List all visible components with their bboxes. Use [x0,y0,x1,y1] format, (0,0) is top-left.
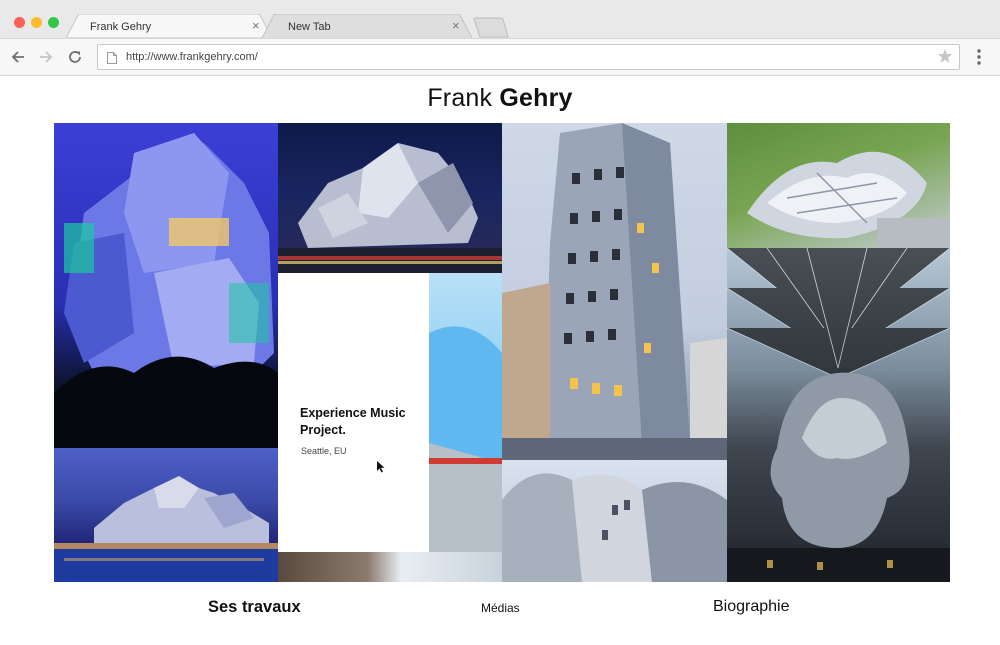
close-tab-icon[interactable]: × [252,19,260,33]
photo-weisman-museum[interactable] [54,123,278,448]
nav-link-medias[interactable]: Médias [481,601,520,615]
photo-guggenheim-bilbao[interactable] [54,448,278,582]
photo-gallery: Experience Music Project. Seattle, EU [54,123,950,582]
page-icon [107,51,117,69]
mouse-cursor-icon [376,460,386,478]
new-tab-shape [473,17,509,38]
url-text: http://www.frankgehry.com/ [126,51,258,63]
arrow-right-icon[interactable] [36,47,56,67]
site-title-bold: Gehry [499,84,573,112]
card-title: Experience Music Project. [300,406,406,437]
site-title: Frank Gehry [0,84,1000,113]
close-window-button[interactable] [14,17,25,28]
reload-icon[interactable] [65,47,85,67]
browser-tab-bar: Frank Gehry × New Tab × [0,0,1000,38]
tab-frank-gehry[interactable]: Frank Gehry × [66,14,272,38]
photo-gehry-tower[interactable] [502,123,727,460]
close-tab-icon[interactable]: × [452,19,460,33]
bottom-navigation: Ses travaux Médias Biographie [0,598,1000,622]
photo-dz-bank-atrium[interactable] [727,248,950,582]
photo-disney-concert-hall[interactable] [278,123,502,273]
card-subtitle: Seattle, EU [301,446,347,456]
photo-structure-strip[interactable] [278,552,502,582]
nav-link-ses-travaux[interactable]: Ses travaux [208,598,301,617]
project-card[interactable]: Experience Music Project. Seattle, EU [278,273,429,552]
site-title-light: Frank [427,84,493,112]
photo-steel-facade[interactable] [502,460,727,582]
minimize-window-button[interactable] [31,17,42,28]
maximize-window-button[interactable] [48,17,59,28]
photo-louis-vuitton-foundation[interactable] [727,123,950,248]
tab-new-tab[interactable]: New Tab × [262,14,472,38]
photo-emp-detail[interactable] [429,273,502,552]
star-icon[interactable] [937,48,953,69]
tab-label: Frank Gehry [90,21,152,33]
tab-label: New Tab [288,21,331,33]
kebab-menu-icon[interactable] [972,48,986,71]
address-bar[interactable]: http://www.frankgehry.com/ [97,44,960,70]
nav-link-biographie[interactable]: Biographie [713,598,790,616]
arrow-left-icon[interactable] [8,47,28,67]
new-tab-button[interactable] [472,14,510,38]
browser-toolbar: http://www.frankgehry.com/ [0,38,1000,76]
